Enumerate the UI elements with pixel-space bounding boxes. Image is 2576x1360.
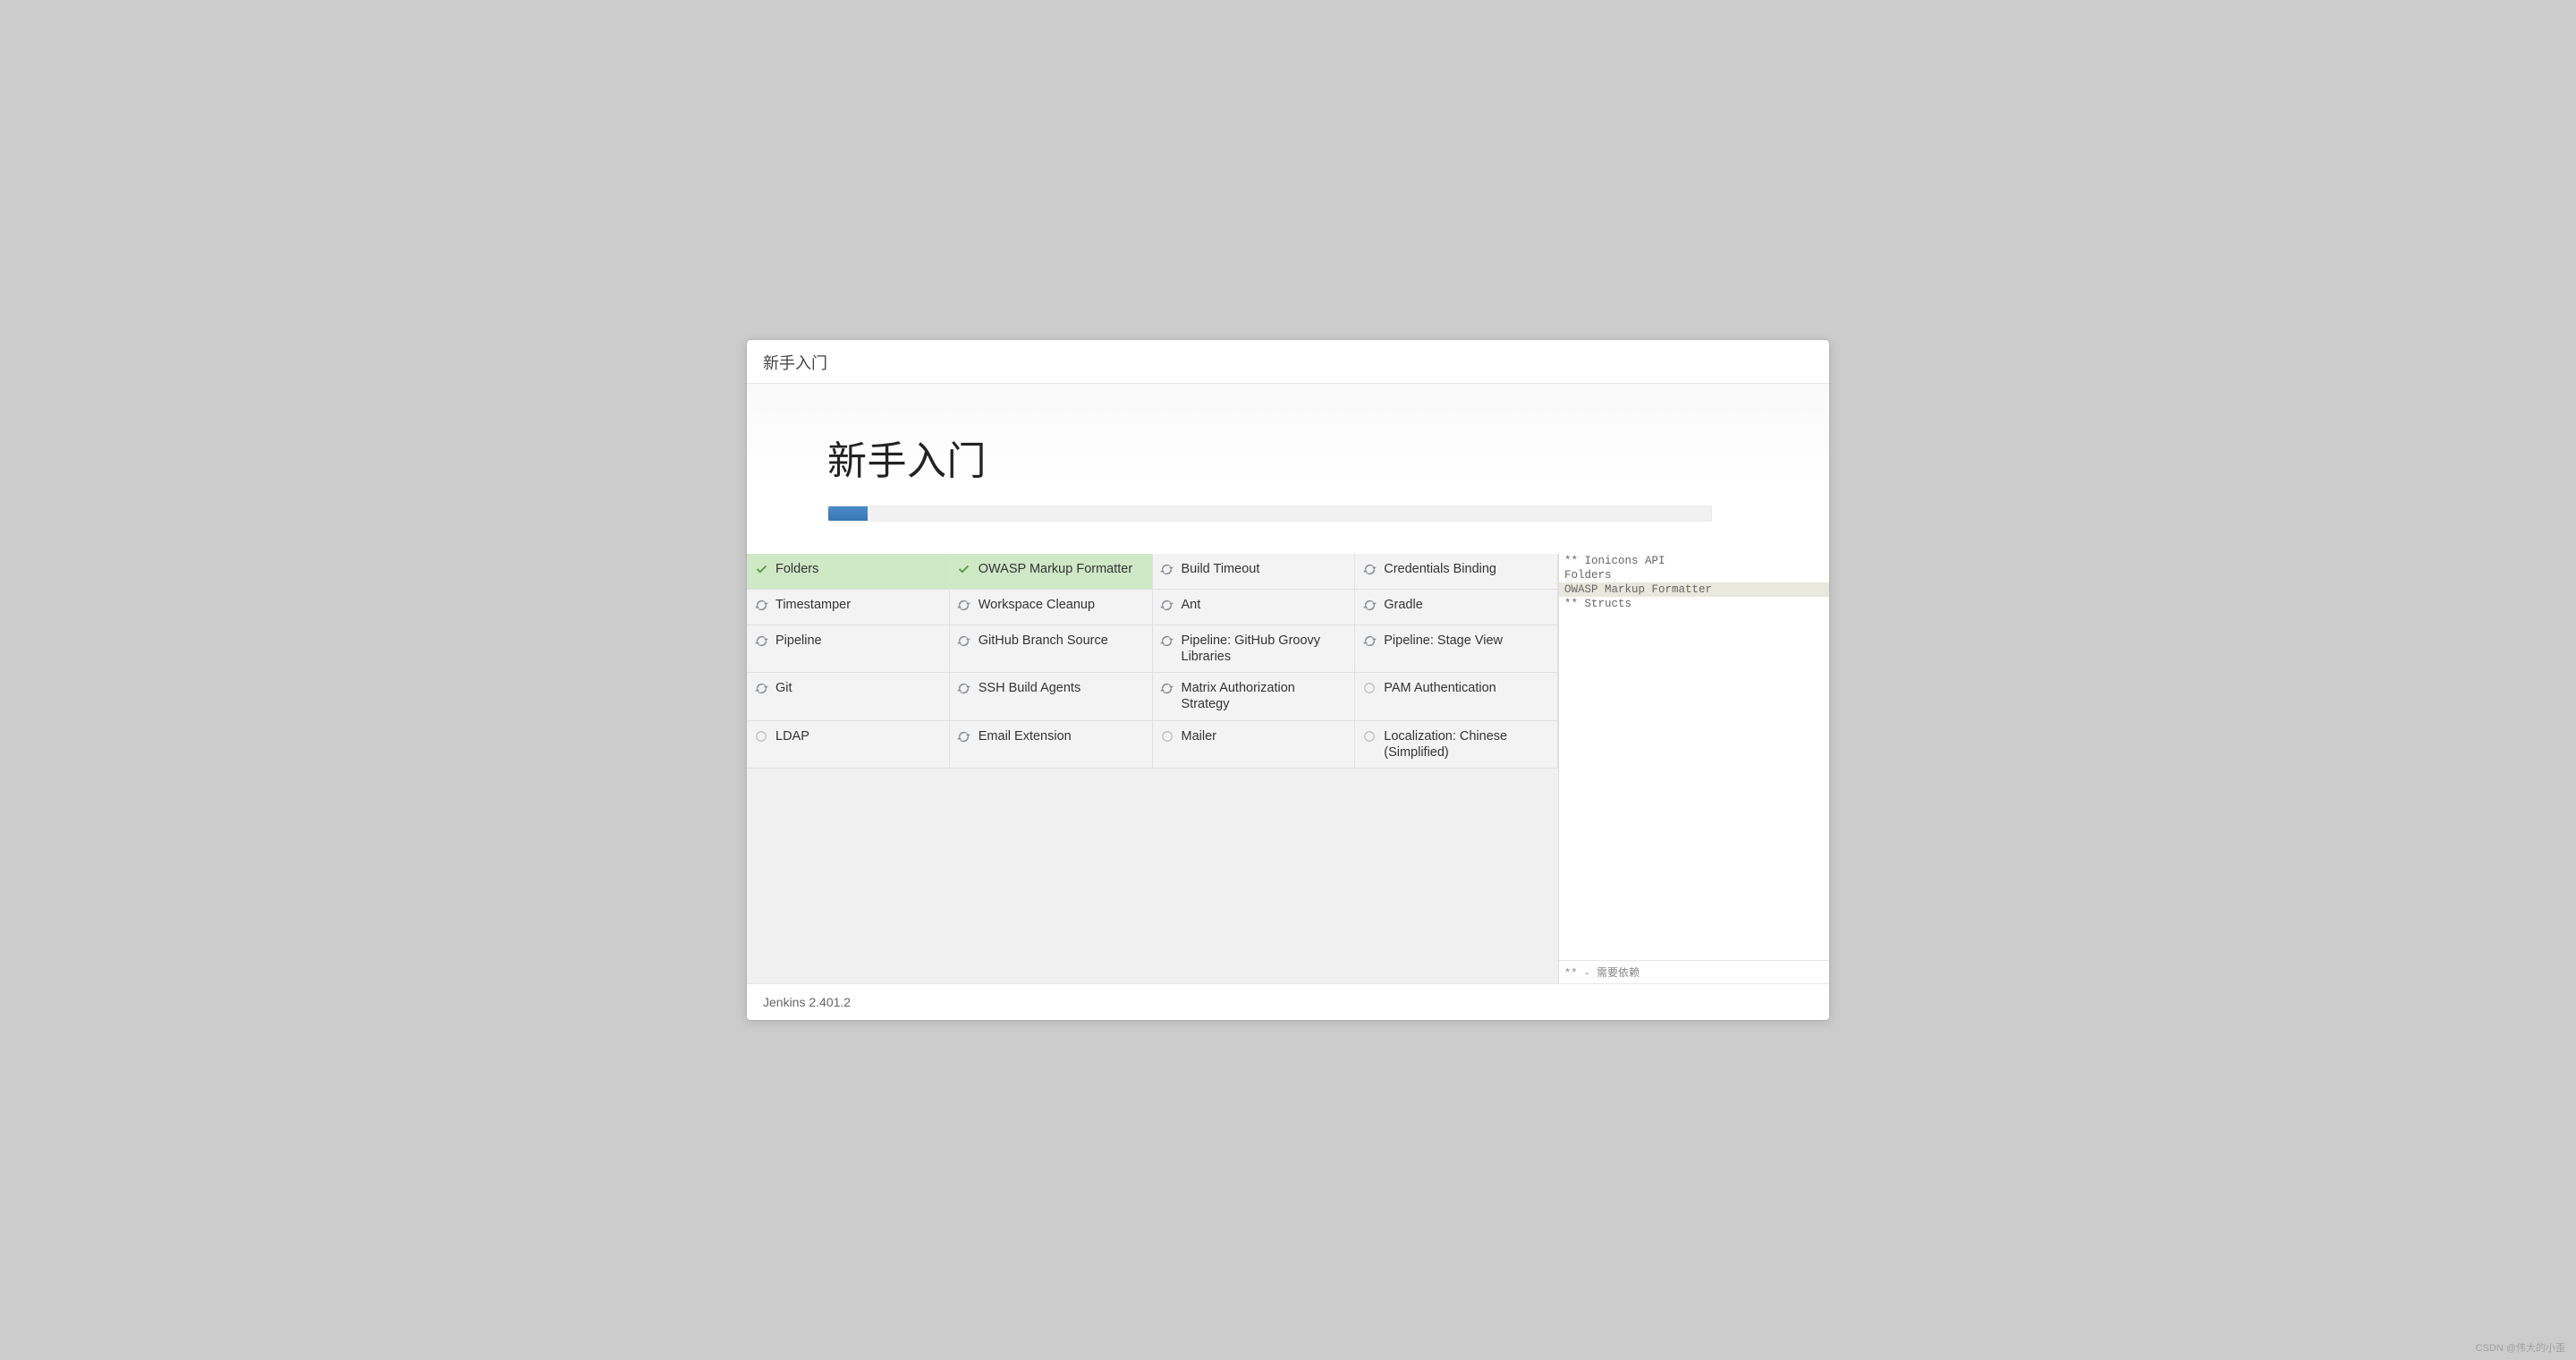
syncing-status-icon [1160, 682, 1174, 695]
watermark: CSDN @伟大的小歪 [2476, 1340, 2565, 1355]
setup-wizard-window: 新手入门 新手入门 FoldersOWASP Markup FormatterB… [747, 340, 1829, 1020]
plugin-cell: Build Timeout [1153, 554, 1356, 590]
plugin-name: Localization: Chinese (Simplified) [1384, 728, 1548, 761]
syncing-status-icon [754, 682, 768, 695]
pending-status-icon [1362, 730, 1377, 743]
plugin-cell: Matrix Authorization Strategy [1153, 673, 1356, 720]
sync-icon [957, 634, 970, 648]
plugin-name: GitHub Branch Source [979, 633, 1143, 649]
pending-status-icon [1362, 682, 1377, 694]
plugin-name: Mailer [1182, 728, 1346, 744]
window-title: 新手入门 [747, 340, 1829, 384]
install-progressbar-fill [828, 506, 868, 521]
syncing-status-icon [957, 599, 971, 612]
plugin-name: LDAP [775, 728, 940, 744]
sync-icon [755, 599, 768, 612]
sync-icon [1363, 563, 1377, 576]
syncing-status-icon [1362, 563, 1377, 576]
plugin-name: Git [775, 680, 940, 696]
syncing-status-icon [1362, 634, 1377, 648]
syncing-status-icon [1160, 634, 1174, 648]
circle-icon [1363, 730, 1376, 743]
log-line: ** Structs [1559, 597, 1829, 611]
check-icon [957, 563, 970, 576]
plugin-cell: Git [747, 673, 950, 720]
plugin-cell: Mailer [1153, 721, 1356, 769]
plugin-name: Credentials Binding [1384, 561, 1548, 577]
check-icon [755, 563, 768, 576]
plugin-name: Gradle [1384, 597, 1548, 613]
plugin-cell: GitHub Branch Source [950, 625, 1153, 673]
page-title: 新手入门 [827, 429, 1749, 486]
success-status-icon [957, 563, 971, 576]
install-log-footer: ** - 需要依赖 [1559, 960, 1829, 983]
syncing-status-icon [1362, 599, 1377, 612]
pending-status-icon [1160, 730, 1174, 743]
plugin-cell: Localization: Chinese (Simplified) [1355, 721, 1558, 769]
plugin-name: PAM Authentication [1384, 680, 1548, 696]
plugin-name: Pipeline [775, 633, 940, 649]
syncing-status-icon [754, 599, 768, 612]
plugin-name: Pipeline: Stage View [1384, 633, 1548, 649]
plugin-cell: Gradle [1355, 590, 1558, 625]
syncing-status-icon [1160, 599, 1174, 612]
plugin-name: Matrix Authorization Strategy [1182, 680, 1346, 712]
plugin-name: Email Extension [979, 728, 1143, 744]
hero-section: 新手入门 [747, 384, 1829, 554]
sync-icon [1363, 599, 1377, 612]
circle-icon [1161, 730, 1174, 743]
plugin-cell: Ant [1153, 590, 1356, 625]
syncing-status-icon [754, 634, 768, 648]
pending-status-icon [754, 730, 768, 743]
syncing-status-icon [957, 730, 971, 744]
plugin-name: Build Timeout [1182, 561, 1346, 577]
plugin-cell: Timestamper [747, 590, 950, 625]
plugin-grid: Folders OWASP Markup Formatter Build Timeo… [747, 554, 1559, 983]
plugin-cell: Folders [747, 554, 950, 590]
plugin-name: SSH Build Agents [979, 680, 1143, 696]
sync-icon [1160, 599, 1174, 612]
log-line: Folders [1559, 568, 1829, 582]
plugin-cell: Workspace Cleanup [950, 590, 1153, 625]
log-line: OWASP Markup Formatter [1559, 582, 1829, 597]
success-status-icon [754, 563, 768, 576]
plugin-name: Workspace Cleanup [979, 597, 1143, 613]
body-area: FoldersOWASP Markup FormatterBuild Timeo… [747, 554, 1829, 983]
plugin-name: Folders [775, 561, 940, 577]
sync-icon [1160, 563, 1174, 576]
install-log-body: ** Ionicons APIFoldersOWASP Markup Forma… [1559, 554, 1829, 960]
plugin-cell: OWASP Markup Formatter [950, 554, 1153, 590]
sync-icon [1160, 682, 1174, 695]
version-footer: Jenkins 2.401.2 [747, 983, 1829, 1020]
sync-icon [1363, 634, 1377, 648]
plugin-cell: Pipeline [747, 625, 950, 673]
plugin-name: OWASP Markup Formatter [979, 561, 1143, 577]
log-line: ** Ionicons API [1559, 554, 1829, 568]
syncing-status-icon [957, 634, 971, 648]
sync-icon [1160, 634, 1174, 648]
plugin-cell: PAM Authentication [1355, 673, 1558, 720]
plugin-cell: SSH Build Agents [950, 673, 1153, 720]
syncing-status-icon [957, 682, 971, 695]
sync-icon [957, 682, 970, 695]
circle-icon [1363, 682, 1376, 694]
plugin-name: Ant [1182, 597, 1346, 613]
plugin-cell: Credentials Binding [1355, 554, 1558, 590]
plugin-cell: Pipeline: GitHub Groovy Libraries [1153, 625, 1356, 673]
sync-icon [755, 682, 768, 695]
circle-icon [755, 730, 767, 743]
plugin-name: Pipeline: GitHub Groovy Libraries [1182, 633, 1346, 665]
plugin-cell: Email Extension [950, 721, 1153, 769]
install-log-panel: ** Ionicons APIFoldersOWASP Markup Forma… [1559, 554, 1829, 983]
sync-icon [957, 730, 970, 744]
install-progressbar [827, 506, 1712, 522]
sync-icon [957, 599, 970, 612]
syncing-status-icon [1160, 563, 1174, 576]
plugin-name: Timestamper [775, 597, 940, 613]
plugin-cell: Pipeline: Stage View [1355, 625, 1558, 673]
sync-icon [755, 634, 768, 648]
plugin-cell: LDAP [747, 721, 950, 769]
